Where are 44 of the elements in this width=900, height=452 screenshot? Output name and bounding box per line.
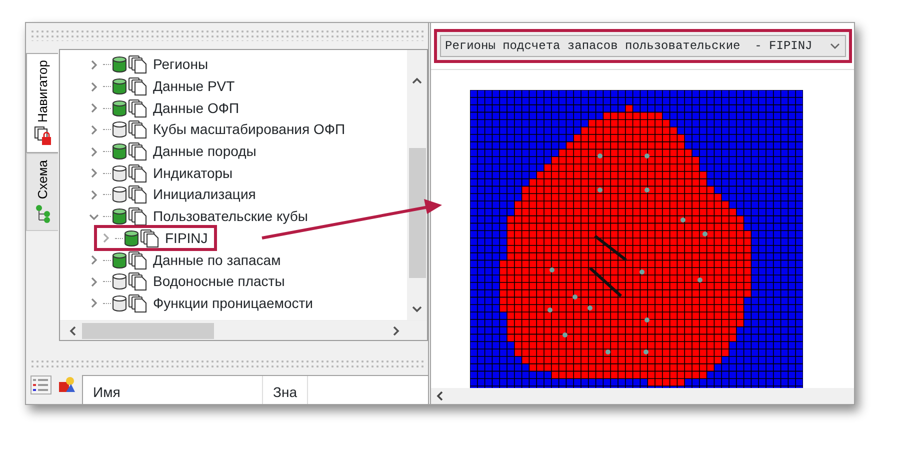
tree-item-label[interactable]: Данные по запасам bbox=[153, 250, 281, 271]
tree-item-label[interactable]: Функции проницаемости bbox=[153, 292, 313, 314]
tree-nodes-icon bbox=[34, 204, 52, 224]
scroll-left-icon[interactable] bbox=[435, 390, 445, 402]
horizontal-scrollbar[interactable] bbox=[60, 320, 427, 340]
pages-lock-icon bbox=[34, 126, 52, 146]
tree-item-label[interactable]: Индикаторы bbox=[153, 162, 233, 184]
pages-icon bbox=[128, 55, 148, 74]
region-dropdown[interactable]: Регионы подсчета запасов пользовательские - FIPINJ bbox=[440, 35, 846, 57]
tree-item-label[interactable]: Инициализация bbox=[153, 184, 256, 206]
column-header[interactable]: Зна bbox=[263, 376, 308, 404]
tree-item-label[interactable]: Водоносные пласты bbox=[153, 271, 285, 292]
tree-item-label[interactable]: Данные ОФП bbox=[153, 98, 240, 119]
scroll-down-icon[interactable] bbox=[411, 304, 423, 314]
scroll-left-icon[interactable] bbox=[68, 324, 78, 336]
pages-icon bbox=[128, 272, 148, 292]
tree-item-label[interactable]: Кубы масштабирования ОФП bbox=[153, 119, 346, 140]
chevron-down-icon[interactable] bbox=[829, 41, 841, 51]
scroll-thumb[interactable] bbox=[408, 148, 426, 278]
scroll-right-icon[interactable] bbox=[391, 324, 401, 336]
scroll-up-icon[interactable] bbox=[411, 76, 423, 86]
pages-icon bbox=[128, 98, 148, 118]
pages-icon bbox=[128, 294, 148, 313]
pages-icon bbox=[128, 77, 148, 96]
navigator-tab[interactable]: Навигатор bbox=[26, 53, 58, 154]
tree-item-label[interactable]: Пользовательские кубы bbox=[153, 206, 308, 228]
column-header[interactable]: Имя bbox=[83, 376, 263, 404]
pages-icon bbox=[128, 164, 148, 183]
pages-icon bbox=[128, 185, 148, 204]
pages-icon bbox=[128, 120, 148, 140]
pages-icon bbox=[140, 228, 160, 248]
pages-icon bbox=[128, 142, 148, 162]
table-icon[interactable] bbox=[30, 375, 52, 395]
navigator-tab[interactable]: Схема bbox=[26, 153, 58, 231]
scroll-thumb[interactable] bbox=[82, 322, 214, 338]
tree-item-label[interactable]: Данные породы bbox=[153, 141, 256, 162]
pages-icon bbox=[128, 250, 148, 270]
tree-item-label[interactable]: FIPINJ bbox=[165, 228, 208, 249]
horizontal-scrollbar[interactable] bbox=[431, 388, 854, 404]
shapes-icon[interactable] bbox=[58, 375, 76, 395]
tree-item-label[interactable]: Данные PVT bbox=[153, 76, 235, 98]
pages-icon bbox=[128, 207, 148, 226]
vertical-scrollbar[interactable] bbox=[407, 50, 427, 320]
tree-item-label[interactable]: Регионы bbox=[153, 54, 208, 76]
